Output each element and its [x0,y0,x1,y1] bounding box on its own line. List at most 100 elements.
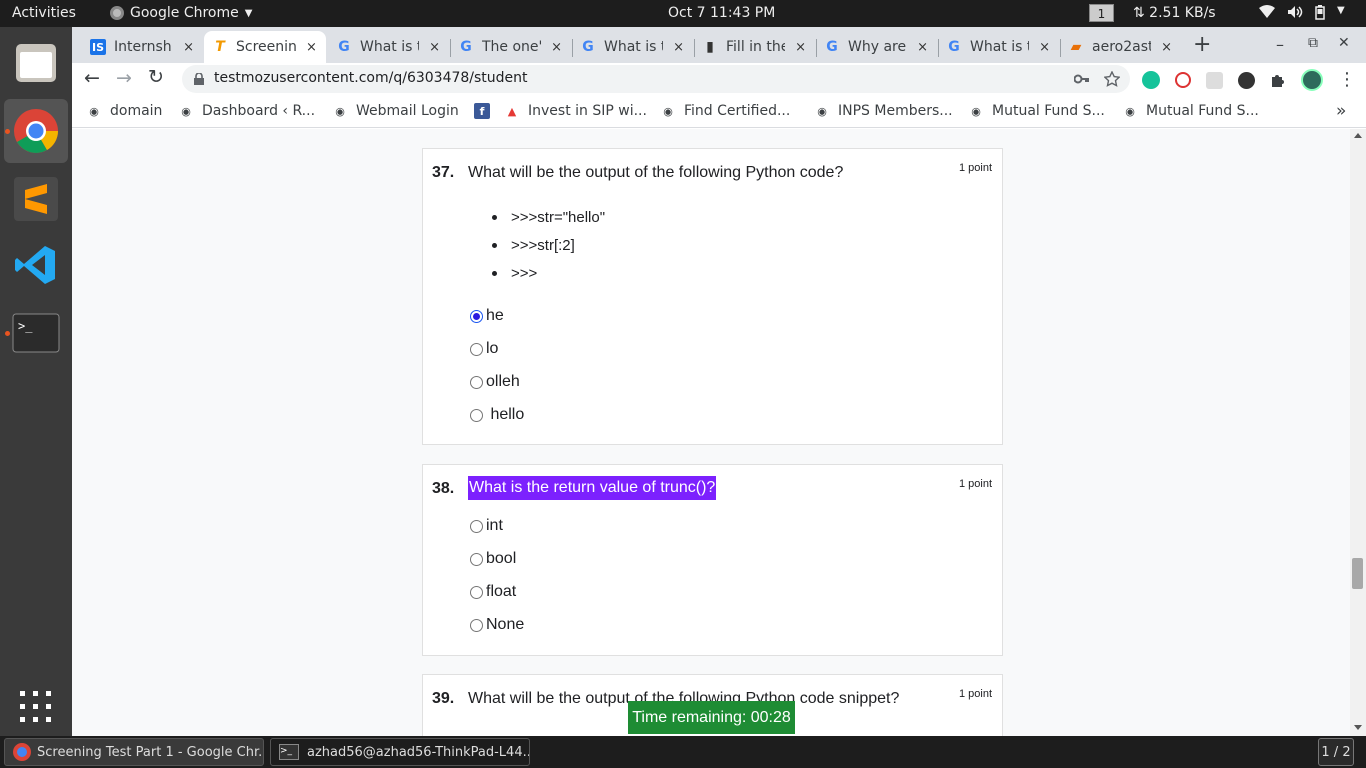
key-icon[interactable] [1074,74,1090,84]
tab-what-is-1[interactable]: G What is t × [328,31,448,63]
extension-icon[interactable] [1206,71,1223,89]
kebab-menu-icon[interactable]: ⋮ [1338,71,1356,89]
answer-option-lo[interactable]: lo [470,340,498,358]
extension-icon[interactable] [1238,71,1255,89]
answer-option-hello[interactable]: hello [470,406,524,424]
tab-close-icon[interactable]: × [551,40,562,55]
answer-option-bool[interactable]: bool [470,550,516,568]
svg-text:>_: >_ [18,319,33,333]
bookmark-star-icon[interactable] [1104,71,1120,87]
bookmark-find-certified[interactable]: ◉ Find Certified... [660,103,790,119]
back-button[interactable]: ← [84,67,100,89]
globe-icon: ◉ [181,104,191,118]
tab-close-icon[interactable]: × [795,40,806,55]
activities-button[interactable]: Activities [12,5,76,21]
radio-button[interactable] [470,375,483,389]
running-indicator [5,331,10,336]
sublime-launcher[interactable] [4,167,68,231]
radio-button-selected[interactable] [470,309,483,323]
bookmark-invest-sip[interactable]: ▲ Invest in SIP wi... [504,103,647,119]
radio-button[interactable] [470,519,483,533]
tab-title: Fill in the [726,39,786,55]
bookmark-mutual-fund-1[interactable]: ◉ Mutual Fund S... [968,103,1105,119]
show-applications-button[interactable] [4,675,68,739]
tab-title: aero2ast [1092,39,1152,55]
answer-option-int[interactable]: int [470,517,503,535]
minimize-button[interactable]: – [1276,35,1284,54]
tab-fill-in[interactable]: ▮ Fill in the × [694,31,814,63]
profile-avatar[interactable] [1301,69,1323,91]
tab-screening[interactable]: T Screenin × [204,31,326,63]
close-window-button[interactable]: ✕ [1338,35,1350,51]
clock[interactable]: Oct 7 11:43 PM [668,5,775,21]
bookmark-facebook[interactable]: f [474,103,498,119]
address-bar[interactable]: testmozusercontent.com/q/6303478/student [182,65,1130,93]
tab-internshala[interactable]: IS Internsh × [82,31,202,63]
vscode-launcher[interactable] [4,233,68,297]
taskbar-window-chrome[interactable]: Screening Test Part 1 - Google Chr... [4,738,264,766]
network-speed: ⇅ 2.51 KB/s [1133,5,1216,21]
radio-button[interactable] [470,342,483,356]
tab-close-icon[interactable]: × [917,40,928,55]
scroll-down-arrow-icon[interactable] [1354,725,1362,730]
more-bookmarks-chevron-icon[interactable]: » [1336,101,1346,121]
terminal-launcher[interactable]: >_ [4,301,68,365]
grammarly-extension-icon[interactable] [1142,71,1160,89]
answer-option-olleh[interactable]: olleh [470,373,520,391]
app-menu[interactable]: Google Chrome ▼ [110,5,252,21]
tab-what-is-3[interactable]: G What is t × [938,31,1058,63]
restore-button[interactable]: ⧉ [1308,35,1318,51]
facebook-icon: f [474,103,490,119]
radio-button[interactable] [470,618,483,632]
bookmark-domain[interactable]: ◉ domain [86,103,162,119]
tab-close-icon[interactable]: × [306,40,317,55]
puzzle-extensions-icon[interactable] [1270,72,1286,88]
url-text[interactable]: testmozusercontent.com/q/6303478/student [214,70,528,86]
bookmark-webmail[interactable]: ◉ Webmail Login [332,103,459,119]
code-line: >>>str[:2] [492,231,605,259]
answer-option-he[interactable]: he [470,307,504,325]
radio-button[interactable] [470,585,483,599]
workspace-pager[interactable]: 1 / 2 [1318,738,1354,766]
code-line: >>>str="hello" [492,203,605,231]
forward-button[interactable]: → [116,67,132,89]
scroll-up-arrow-icon[interactable] [1354,133,1362,138]
system-status-area[interactable]: ▼ [1259,5,1345,20]
globe-icon: ◉ [1125,104,1135,118]
tab-close-icon[interactable]: × [1039,40,1050,55]
code-snippet-list: >>>str="hello" >>>str[:2] >>> [492,203,605,287]
question-card-38: 38. What is the return value of trunc()?… [422,464,1003,656]
page-scrollbar[interactable] [1350,129,1366,736]
files-launcher[interactable] [4,31,68,95]
tab-the-one[interactable]: G The one' × [450,31,570,63]
chrome-launcher[interactable] [4,99,68,163]
tab-close-icon[interactable]: × [183,40,194,55]
caret-down-icon: ▼ [1337,5,1345,16]
globe-icon: ◉ [663,104,673,118]
bookmark-inps-members[interactable]: ◉ INPS Members... [814,103,952,119]
bookmark-dashboard[interactable]: ◉ Dashboard ‹ R... [178,103,315,119]
google-favicon: G [460,39,472,55]
bookmarks-bar: ◉ domain ◉ Dashboard ‹ R... ◉ Webmail Login… [72,96,1366,128]
extension-icon[interactable] [1175,72,1191,88]
taskbar-window-terminal[interactable]: >_ azhad56@azhad56-ThinkPad-L44... [270,738,530,766]
time-remaining-badge: Time remaining: 00:28 [628,701,795,734]
answer-option-none[interactable]: None [470,616,524,634]
tab-what-is-2[interactable]: G What is t × [572,31,692,63]
workspace-indicator[interactable]: 1 [1089,4,1114,22]
system-top-bar: Activities Google Chrome ▼ Oct 7 11:43 P… [0,0,1366,27]
volume-icon [1288,6,1303,18]
radio-button[interactable] [470,408,483,422]
battery-icon [1315,5,1325,20]
new-tab-button[interactable]: + [1193,32,1211,57]
tab-close-icon[interactable]: × [673,40,684,55]
answer-option-float[interactable]: float [470,583,516,601]
tab-close-icon[interactable]: × [429,40,440,55]
reload-button[interactable]: ↻ [148,66,164,88]
bookmark-mutual-fund-2[interactable]: ◉ Mutual Fund S... [1122,103,1259,119]
tab-why-are[interactable]: G Why are × [816,31,936,63]
scrollbar-thumb[interactable] [1352,558,1363,589]
tab-close-icon[interactable]: × [1161,40,1172,55]
radio-button[interactable] [470,552,483,566]
tab-aero2ast[interactable]: ▰ aero2ast × [1060,31,1180,63]
